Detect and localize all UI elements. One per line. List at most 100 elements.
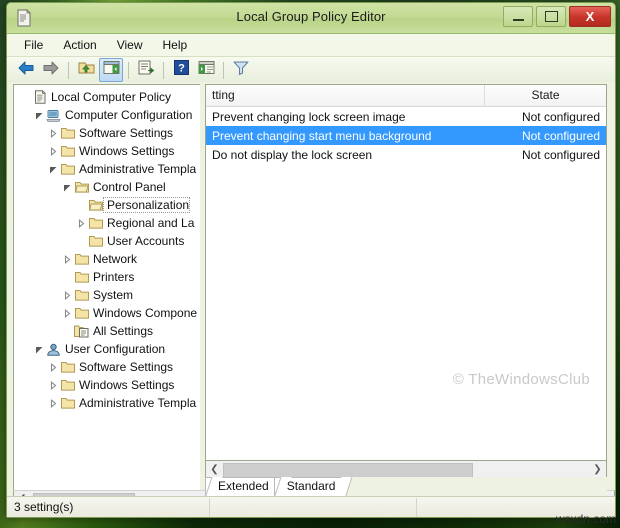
tree-item-label: Local Computer Policy [51, 90, 172, 104]
chevron-right-icon[interactable] [61, 308, 73, 318]
tree-item-label: Control Panel [93, 180, 166, 194]
folder-open-icon [73, 181, 90, 193]
back-button[interactable] [14, 58, 38, 82]
help-icon: ? [173, 60, 189, 80]
tree-item-windows-settings[interactable]: Windows Settings [17, 376, 200, 394]
status-text: 3 setting(s) [14, 500, 74, 514]
tab-extended[interactable]: Extended [205, 477, 280, 496]
chevron-down-icon[interactable] [47, 165, 59, 174]
user-icon [45, 343, 62, 356]
tree-item-software-settings[interactable]: Software Settings [17, 358, 200, 376]
tree-item-administrative-templa[interactable]: Administrative Templa [17, 160, 200, 178]
scroll-left-arrow-icon[interactable]: ❮ [206, 462, 223, 477]
filter-button[interactable] [229, 58, 253, 82]
tree-item-system[interactable]: System [17, 286, 200, 304]
tree-item-regional-and-la[interactable]: Regional and La [17, 214, 200, 232]
forward-button[interactable] [39, 58, 63, 82]
cell-state: Not configured [521, 128, 600, 143]
tree-item-label: Network [93, 252, 138, 266]
tree-item-windows-compone[interactable]: Windows Compone [17, 304, 200, 322]
table-row[interactable]: Prevent changing lock screen image Not co… [206, 107, 606, 126]
tree-item-label: Computer Configuration [65, 108, 193, 122]
tree-item-administrative-templa[interactable]: Administrative Templa [17, 394, 200, 412]
maximize-icon [544, 11, 558, 22]
tree-item-label: Regional and La [107, 216, 195, 230]
maximize-button[interactable] [536, 6, 566, 27]
chevron-right-icon[interactable] [47, 380, 59, 390]
chevron-right-icon[interactable] [61, 290, 73, 300]
chevron-right-icon[interactable] [61, 254, 73, 264]
cell-setting: Prevent changing lock screen image [212, 109, 406, 124]
table-row[interactable]: Prevent changing start menu background No… [206, 126, 606, 145]
tree-item-network[interactable]: Network [17, 250, 200, 268]
folder-icon [59, 127, 76, 139]
chevron-right-icon[interactable] [47, 146, 59, 156]
show-hide-console-tree-button[interactable] [99, 58, 123, 82]
export-list-button[interactable] [134, 58, 158, 82]
chevron-down-icon[interactable] [33, 111, 45, 120]
scroll-thumb[interactable] [223, 463, 473, 478]
folder-open-icon [87, 199, 104, 211]
list-header: tting State [206, 85, 606, 107]
chevron-down-icon[interactable] [61, 183, 73, 192]
export-list-icon [138, 60, 155, 80]
chevron-right-icon[interactable] [47, 128, 59, 138]
menu-item-file[interactable]: File [15, 35, 52, 55]
toolbar-separator [163, 61, 164, 79]
tree-item-printers[interactable]: Printers [17, 268, 200, 286]
tree-item-label: Software Settings [79, 360, 174, 374]
tree-item-personalization[interactable]: Personalization [17, 196, 200, 214]
tree-item-user-configuration[interactable]: User Configuration [17, 340, 200, 358]
toolbar-separator [128, 61, 129, 79]
title-bar[interactable]: Local Group Policy Editor X [7, 3, 615, 34]
column-header-state[interactable]: State [485, 85, 606, 106]
folder-icon [59, 163, 76, 175]
up-one-level-button[interactable] [74, 58, 98, 82]
menu-item-view[interactable]: View [108, 35, 152, 55]
column-header-setting[interactable]: tting [206, 85, 485, 106]
tree-item-windows-settings[interactable]: Windows Settings [17, 142, 200, 160]
show-properties-button[interactable] [194, 58, 218, 82]
folder-icon [59, 145, 76, 157]
close-button[interactable]: X [569, 6, 611, 27]
tree-item-label: Personalization [102, 197, 191, 213]
tree-item-label: Windows Settings [79, 144, 175, 158]
menu-bar: File Action View Help [7, 34, 615, 57]
minimize-button[interactable] [503, 6, 533, 27]
minimize-icon [512, 18, 524, 21]
folder-icon [73, 253, 90, 265]
tree-item-software-settings[interactable]: Software Settings [17, 124, 200, 142]
policy-tree: Local Computer Policy Computer Configurat… [14, 85, 200, 412]
filter-icon [233, 60, 249, 80]
scroll-track[interactable] [223, 462, 589, 478]
cell-setting: Prevent changing start menu background [212, 128, 432, 143]
window-controls: X [503, 6, 611, 27]
tab-extended-label: Extended [218, 479, 269, 493]
tree-item-all-settings[interactable]: All Settings [17, 322, 200, 340]
menu-item-help[interactable]: Help [154, 35, 197, 55]
chevron-right-icon[interactable] [47, 362, 59, 372]
tree-item-user-accounts[interactable]: User Accounts [17, 232, 200, 250]
tree-item-label: System [93, 288, 134, 302]
tab-standard[interactable]: Standard [273, 477, 347, 496]
tree-item-local-computer-policy[interactable]: Local Computer Policy [17, 88, 200, 106]
folder-icon [73, 307, 90, 319]
tree-item-control-panel[interactable]: Control Panel [17, 178, 200, 196]
scroll-right-arrow-icon[interactable]: ❯ [589, 462, 606, 477]
console-tree-pane[interactable]: Local Computer Policy Computer Configurat… [13, 84, 200, 491]
help-button[interactable]: ? [169, 58, 193, 82]
show-properties-icon [198, 60, 215, 80]
settings-list-pane[interactable]: tting State Prevent changing lock screen… [205, 84, 607, 461]
tree-item-label: Administrative Templa [79, 396, 197, 410]
status-cell-2 [210, 498, 416, 517]
toolbar: ? [7, 57, 615, 84]
tree-item-computer-configuration[interactable]: Computer Configuration [17, 106, 200, 124]
chevron-right-icon[interactable] [47, 398, 59, 408]
settings-list: Prevent changing lock screen image Not co… [206, 107, 606, 164]
tree-item-label: All Settings [93, 324, 154, 338]
cell-setting: Do not display the lock screen [212, 147, 373, 162]
chevron-right-icon[interactable] [75, 218, 87, 228]
chevron-down-icon[interactable] [33, 345, 45, 354]
table-row[interactable]: Do not display the lock screen Not config… [206, 145, 606, 164]
menu-item-action[interactable]: Action [54, 35, 105, 55]
